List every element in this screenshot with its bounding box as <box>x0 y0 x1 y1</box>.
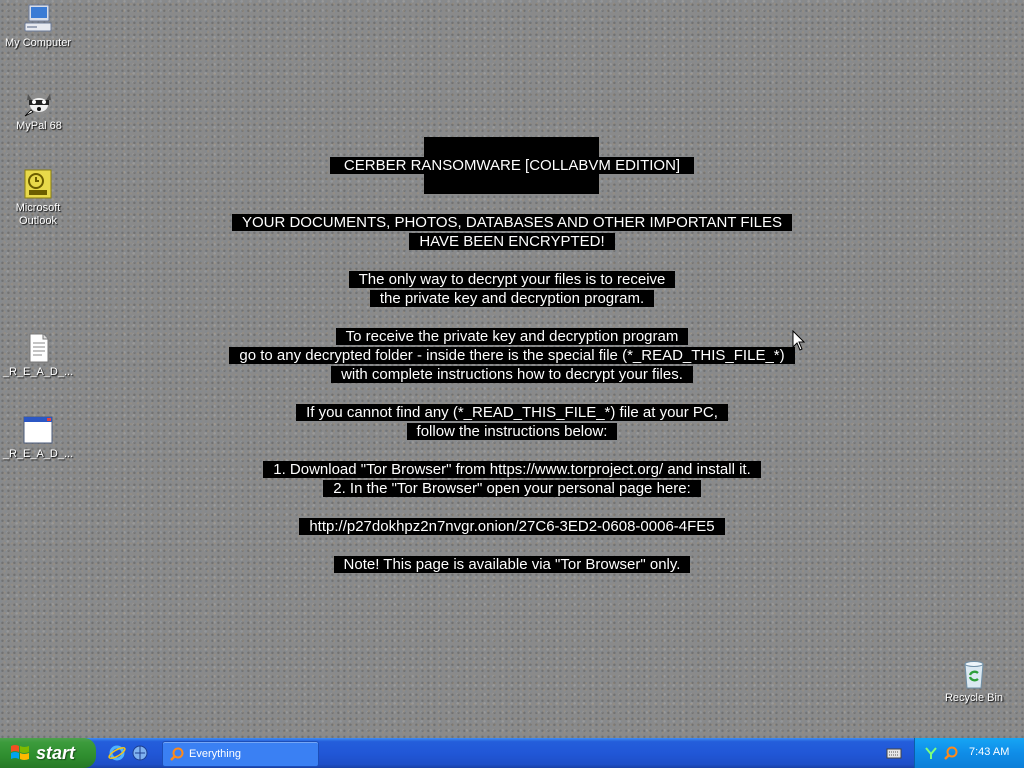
note-line-text: 2. In the "Tor Browser" open your person… <box>323 480 701 497</box>
desktop-icon-label: My Computer <box>4 37 72 49</box>
note-line: with complete instructions how to decryp… <box>0 365 1024 384</box>
note-line: go to any decrypted folder - inside ther… <box>0 346 1024 365</box>
note-line: the private key and decryption program. <box>0 289 1024 308</box>
note-line: YOUR DOCUMENTS, PHOTOS, DATABASES AND OT… <box>0 213 1024 232</box>
taskbar-button-label: Everything <box>189 748 241 760</box>
note-line-text: follow the instructions below: <box>406 423 618 440</box>
note-line: 2. In the "Tor Browser" open your person… <box>0 479 1024 498</box>
windows-flag-icon <box>11 745 29 760</box>
start-label: start <box>36 742 76 763</box>
note-line-text: 1. Download "Tor Browser" from https://w… <box>263 461 761 478</box>
start-button[interactable]: start <box>0 738 96 768</box>
recycle-bin-icon <box>964 661 984 689</box>
taskbar: start Everything 7:43 AM <box>0 738 1024 768</box>
keyboard-icon[interactable] <box>886 745 902 761</box>
note-line-text: HAVE BEEN ENCRYPTED! <box>409 233 615 250</box>
note-line: The only way to decrypt your files is to… <box>0 270 1024 289</box>
desktop-icon-my-computer[interactable]: My Computer <box>0 3 76 50</box>
taskbar-button-everything[interactable]: Everything <box>162 741 319 767</box>
note-line: If you cannot find any (*_READ_THIS_FILE… <box>0 403 1024 422</box>
internet-explorer-icon[interactable] <box>108 744 126 762</box>
note-title-text: CERBER RANSOMWARE [COLLABVM EDITION] <box>329 157 695 174</box>
note-line-text: go to any decrypted folder - inside ther… <box>229 347 795 364</box>
note-line-text: The only way to decrypt your files is to… <box>348 271 676 288</box>
note-line-text: Note! This page is available via "Tor Br… <box>333 556 691 573</box>
note-line-text: If you cannot find any (*_READ_THIS_FILE… <box>296 404 728 421</box>
note-line: 1. Download "Tor Browser" from https://w… <box>0 460 1024 479</box>
desktop-icon-label: MyPal 68 <box>16 120 62 132</box>
note-line-text: with complete instructions how to decryp… <box>331 366 693 383</box>
note-onion-url: http://p27dokhpz2n7nvgr.onion/27C6-3ED2-… <box>0 517 1024 536</box>
note-line-text: To receive the private key and decryptio… <box>335 328 689 345</box>
note-line-text: the private key and decryption program. <box>369 290 655 307</box>
note-line: Note! This page is available via "Tor Br… <box>0 555 1024 574</box>
desktop-icon-mypal[interactable]: MyPal 68 <box>1 86 77 133</box>
system-tray: 7:43 AM <box>914 738 1024 768</box>
browser-icon[interactable] <box>131 744 149 762</box>
desktop-icon-label: Recycle Bin <box>944 692 1004 704</box>
mouse-cursor-icon <box>792 330 806 351</box>
note-line-text: YOUR DOCUMENTS, PHOTOS, DATABASES AND OT… <box>231 214 793 231</box>
search-icon[interactable] <box>943 745 959 761</box>
search-icon <box>170 747 184 761</box>
note-line-text: http://p27dokhpz2n7nvgr.onion/27C6-3ED2-… <box>299 518 725 535</box>
note-line: follow the instructions below: <box>0 422 1024 441</box>
desktop-icon-recycle-bin[interactable]: Recycle Bin <box>936 658 1012 705</box>
mypal-browser-icon <box>24 93 51 117</box>
network-icon[interactable] <box>923 745 939 761</box>
my-computer-icon <box>24 4 52 32</box>
note-line: To receive the private key and decryptio… <box>0 327 1024 346</box>
note-line: HAVE BEEN ENCRYPTED! <box>0 232 1024 251</box>
clock[interactable]: 7:43 AM <box>969 746 1009 758</box>
note-title: CERBER RANSOMWARE [COLLABVM EDITION] <box>0 156 1024 175</box>
